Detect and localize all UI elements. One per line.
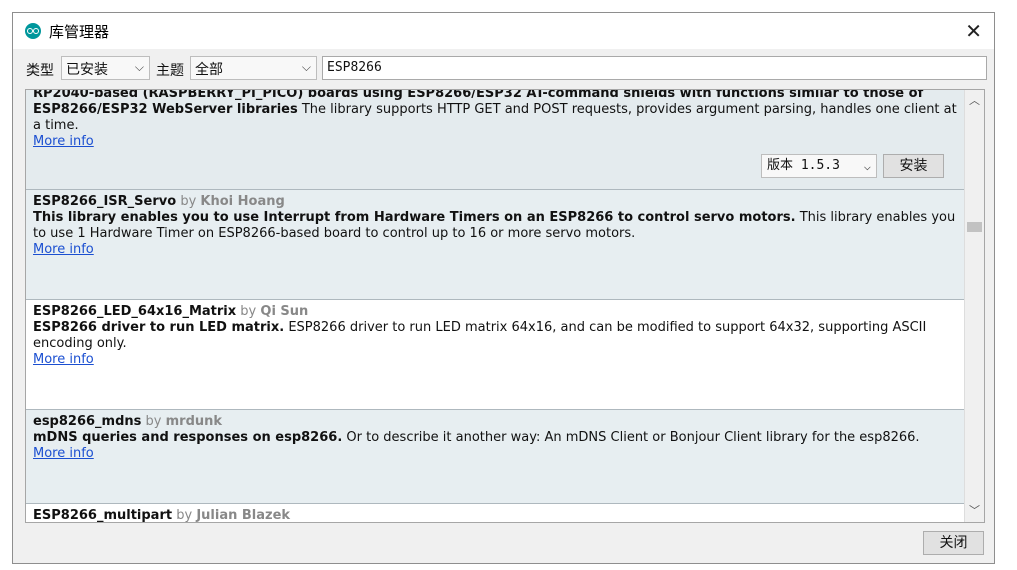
library-manager-window: 库管理器 ✕ 类型 已安装 ⌵ 主题 全部 ⌵ ESP8266 RP2040-b… (12, 12, 995, 564)
library-author: Khoi Hoang (200, 194, 285, 209)
by-label: by (145, 414, 162, 429)
library-name: esp8266_mdns (33, 414, 142, 429)
library-header: ESP8266_multipart by Julian Blazek (33, 508, 958, 523)
library-author: Julian Blazek (196, 508, 291, 523)
by-label: by (180, 194, 197, 209)
chevron-down-icon: ⌵ (863, 159, 871, 173)
arduino-icon (25, 23, 41, 39)
library-description: This library enables you to use Interrup… (33, 210, 958, 242)
scroll-up-icon[interactable]: ︿ (965, 92, 984, 110)
library-list: RP2040-based (RASPBERRY_PI_PICO) boards … (25, 89, 985, 523)
scroll-down-icon[interactable]: ﹀ (965, 502, 984, 520)
topic-select-value: 全部 (195, 62, 223, 78)
list-item[interactable]: esp8266_mdns by mrdunk mDNS queries and … (26, 410, 965, 504)
type-select-value: 已安装 (66, 62, 108, 78)
description-strong: mDNS queries and responses on esp8266. (33, 430, 343, 445)
more-info-link[interactable]: More info (33, 352, 958, 368)
vertical-scrollbar[interactable]: ︿ ﹀ (964, 90, 984, 522)
more-info-link[interactable]: More info (33, 134, 958, 150)
more-info-link[interactable]: More info (33, 446, 958, 462)
close-button[interactable]: 关闭 (923, 531, 984, 555)
library-header: ESP8266_LED_64x16_Matrix by Qi Sun (33, 304, 958, 320)
library-author: Qi Sun (260, 304, 309, 319)
description-strong: ESP8266 driver to run LED matrix. (33, 320, 285, 335)
library-author: mrdunk (165, 414, 223, 429)
chevron-down-icon: ⌵ (301, 60, 311, 74)
library-description: mDNS queries and responses on esp8266. O… (33, 430, 958, 446)
description-text: Or to describe it another way: An mDNS C… (342, 430, 920, 445)
topic-select[interactable]: 全部 ⌵ (190, 56, 317, 80)
filter-bar: 类型 已安装 ⌵ 主题 全部 ⌵ ESP8266 (13, 56, 994, 82)
library-name: ESP8266_LED_64x16_Matrix (33, 304, 237, 319)
by-label: by (240, 304, 257, 319)
list-item[interactable]: RP2040-based (RASPBERRY_PI_PICO) boards … (26, 89, 965, 190)
description-strong: ESP8266/ESP32 WebServer libraries (33, 102, 298, 117)
version-value: 版本 1.5.3 (767, 158, 840, 173)
by-label: by (176, 508, 193, 523)
title-bar: 库管理器 ✕ (13, 13, 994, 49)
library-header: esp8266_mdns by mrdunk (33, 414, 958, 430)
list-item[interactable]: ESP8266_LED_64x16_Matrix by Qi Sun ESP82… (26, 300, 965, 410)
description-strong: This library enables you to use Interrup… (33, 210, 796, 225)
search-input[interactable]: ESP8266 (322, 56, 987, 80)
install-button[interactable]: 安装 (883, 154, 944, 178)
library-name: ESP8266_ISR_Servo (33, 194, 177, 209)
description-strong: RP2040-based (RASPBERRY_PI_PICO) boards … (33, 89, 924, 101)
list-item[interactable]: ESP8266_ISR_Servo by Khoi Hoang This lib… (26, 190, 965, 300)
type-select[interactable]: 已安装 ⌵ (61, 56, 150, 80)
topic-label: 主题 (156, 63, 184, 79)
list-item[interactable]: ESP8266_multipart by Julian Blazek (26, 504, 965, 523)
library-description: RP2040-based (RASPBERRY_PI_PICO) boards … (33, 89, 958, 134)
window-title: 库管理器 (49, 23, 110, 41)
close-icon[interactable]: ✕ (965, 19, 982, 43)
more-info-link[interactable]: More info (33, 242, 958, 258)
chevron-down-icon: ⌵ (134, 60, 144, 74)
version-select[interactable]: 版本 1.5.3 ⌵ (761, 154, 877, 178)
library-header: ESP8266_ISR_Servo by Khoi Hoang (33, 194, 958, 210)
type-label: 类型 (26, 63, 54, 79)
scrollbar-thumb[interactable] (967, 222, 982, 232)
library-name: ESP8266_multipart (33, 508, 173, 523)
library-description: ESP8266 driver to run LED matrix. ESP826… (33, 320, 958, 352)
